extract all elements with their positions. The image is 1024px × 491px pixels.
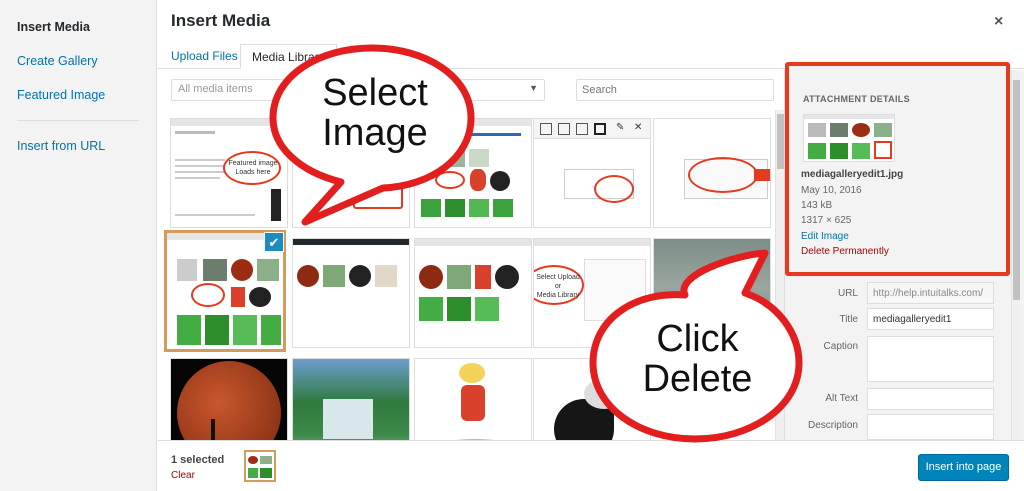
attachment-details-heading: ATTACHMENT DETAILS xyxy=(803,94,910,104)
delete-permanently-link[interactable]: Delete Permanently xyxy=(801,246,889,257)
media-toolbar-footer: 1 selected Clear Insert into page xyxy=(158,440,1024,491)
edit-image-link[interactable]: Edit Image xyxy=(801,231,849,242)
chevron-down-icon: ▼ xyxy=(529,83,538,93)
thumb-text-line: Select Upload or xyxy=(536,274,580,290)
close-icon: ✕ xyxy=(634,122,643,133)
callout-line: Select xyxy=(322,72,428,114)
attachment-filename: mediagalleryedit1.jpg xyxy=(801,169,904,180)
alt-text-field[interactable] xyxy=(867,388,994,410)
media-thumbnail-runner[interactable] xyxy=(414,358,532,440)
click-delete-callout-text: Click Delete xyxy=(610,318,785,400)
media-thumbnail[interactable] xyxy=(292,238,410,348)
url-field[interactable] xyxy=(867,282,994,304)
close-icon[interactable]: × xyxy=(994,13,1003,31)
tab-upload-files[interactable]: Upload Files xyxy=(160,44,249,69)
callout-line: Delete xyxy=(642,357,753,400)
media-thumbnail[interactable]: ✎ ✕ xyxy=(533,118,651,228)
filter-select-value: All media items xyxy=(178,83,253,95)
insert-into-page-button[interactable]: Insert into page xyxy=(918,454,1009,481)
attachment-details-highlight: ATTACHMENT DETAILS mediagalleryedit1.jpg… xyxy=(785,62,1010,276)
description-field[interactable] xyxy=(867,414,994,440)
menu-item-insert-media[interactable]: Insert Media xyxy=(0,14,156,40)
select-image-callout-text: Select Image xyxy=(290,72,460,154)
sidebar-scrollbar[interactable] xyxy=(1011,70,1020,440)
media-thumbnail-waterfall[interactable] xyxy=(292,358,410,440)
grid-scrollbar-thumb[interactable] xyxy=(777,114,784,169)
media-left-menu: Insert Media Create Gallery Featured Ima… xyxy=(0,0,157,491)
callout-line: Click xyxy=(656,318,739,360)
attachment-filesize: 143 kB xyxy=(801,200,833,211)
media-thumbnail[interactable] xyxy=(414,238,532,348)
selection-thumbnail[interactable] xyxy=(244,450,276,482)
search-input[interactable] xyxy=(576,79,774,101)
attachment-thumbnail xyxy=(803,114,895,162)
sidebar-scrollbar-thumb[interactable] xyxy=(1013,80,1020,300)
thumb-text-line: Media Library xyxy=(536,292,580,299)
media-thumbnail[interactable] xyxy=(653,118,771,228)
modal-title: Insert Media xyxy=(171,11,271,30)
attachment-dimensions: 1317 × 625 xyxy=(801,215,852,226)
menu-item-insert-from-url[interactable]: Insert from URL xyxy=(0,133,156,159)
menu-item-featured-image[interactable]: Featured Image xyxy=(0,82,156,108)
menu-item-create-gallery[interactable]: Create Gallery xyxy=(0,48,156,74)
clear-selection-link[interactable]: Clear xyxy=(171,470,195,481)
pencil-icon: ✎ xyxy=(616,122,625,133)
selection-count: 1 selected xyxy=(171,454,225,466)
callout-line: Image xyxy=(322,111,428,154)
menu-separator xyxy=(17,120,139,121)
media-thumbnail-moon[interactable] xyxy=(170,358,288,440)
attachment-date: May 10, 2016 xyxy=(801,185,862,196)
checkmark-icon[interactable]: ✔ xyxy=(264,232,284,252)
title-field[interactable] xyxy=(867,308,994,330)
caption-field[interactable] xyxy=(867,336,994,382)
